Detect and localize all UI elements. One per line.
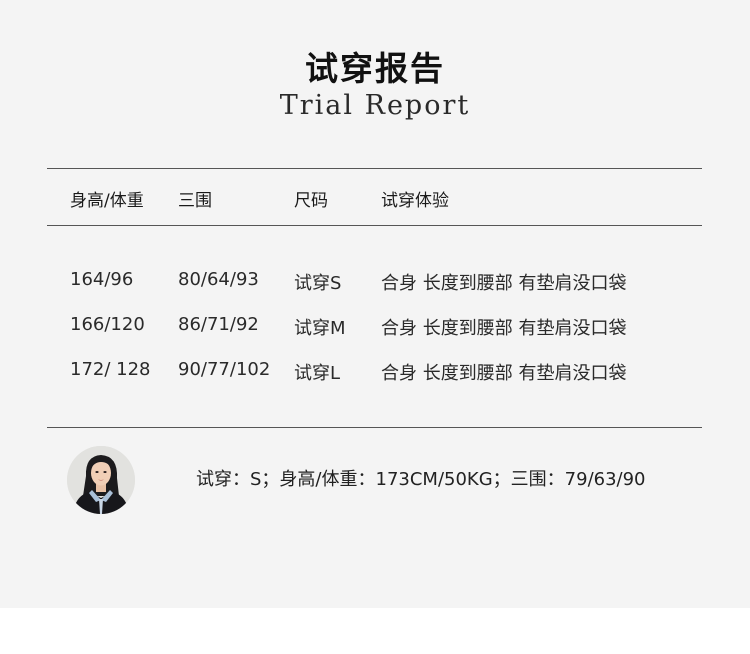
table-cell-measurements: 80/64/93 (178, 269, 259, 290)
table-cell-size: 试穿M (294, 318, 346, 339)
report-subtitle: Trial Report (279, 90, 471, 121)
header-rule (47, 225, 702, 226)
model-portrait-icon (67, 446, 135, 514)
table-cell-size: 试穿S (294, 273, 342, 294)
table-cell-height-weight: 172/ 128 (70, 359, 151, 380)
table-cell-height-weight: 166/120 (70, 314, 145, 335)
report-title: 试穿报告 (305, 49, 445, 88)
table-cell-measurements: 86/71/92 (178, 314, 259, 335)
header-size: 尺码 (294, 191, 328, 211)
table-cell-experience: 合身 长度到腰部 有垫肩没口袋 (381, 363, 627, 384)
table-bottom-rule (47, 427, 702, 428)
model-avatar (67, 446, 135, 514)
table-cell-experience: 合身 长度到腰部 有垫肩没口袋 (381, 318, 627, 339)
table-cell-measurements: 90/77/102 (178, 359, 271, 380)
table-cell-experience: 合身 长度到腰部 有垫肩没口袋 (381, 273, 627, 294)
header-measurements: 三围 (178, 191, 212, 211)
table-cell-height-weight: 164/96 (70, 269, 134, 290)
report-panel: 试穿报告 Trial Report 身高/体重 三围 尺码 试穿体验 164/9… (0, 0, 750, 608)
table-top-rule (47, 168, 702, 169)
header-experience: 试穿体验 (381, 191, 449, 211)
model-summary: 试穿：S；身高/体重：173CM/50KG；三围：79/63/90 (196, 469, 646, 490)
table-cell-size: 试穿L (294, 363, 341, 384)
header-height-weight: 身高/体重 (70, 191, 144, 211)
